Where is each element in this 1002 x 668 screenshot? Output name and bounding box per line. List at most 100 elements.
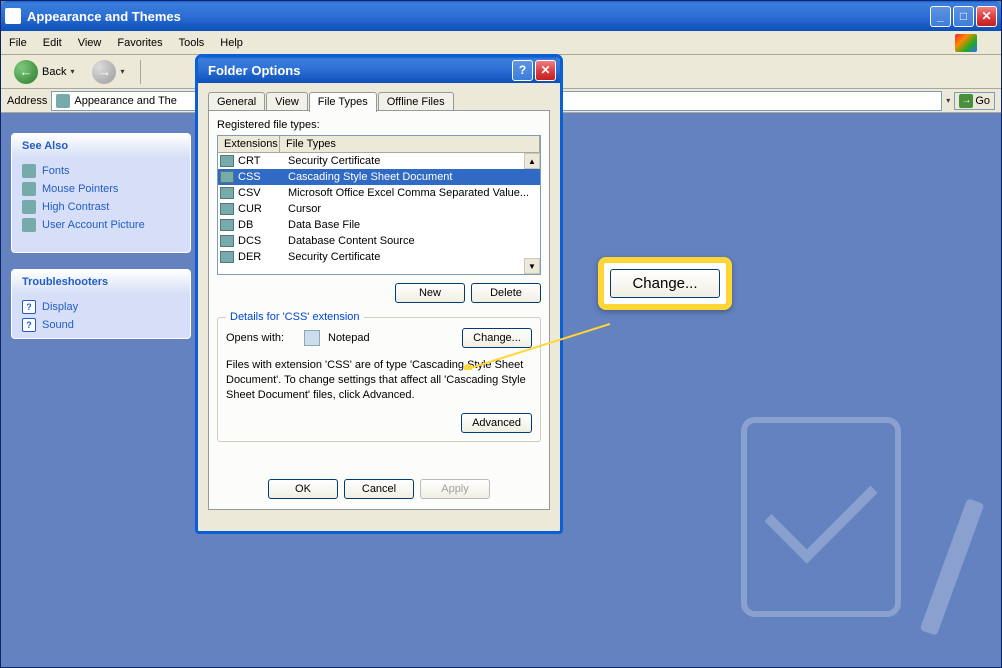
callout-change-button: Change... <box>610 269 720 298</box>
file-icon <box>220 155 234 167</box>
fonts-icon <box>22 164 36 178</box>
list-item[interactable]: DERSecurity Certificate <box>218 249 540 265</box>
link-sound[interactable]: ?Sound <box>22 316 180 334</box>
back-arrow-icon: ← <box>14 60 38 84</box>
col-file-types[interactable]: File Types <box>280 136 540 152</box>
list-item[interactable]: DCSDatabase Content Source <box>218 233 540 249</box>
delete-button[interactable]: Delete <box>471 283 541 303</box>
folder-options-dialog: Folder Options ? ✕ General View File Typ… <box>195 54 563 534</box>
dialog-titlebar[interactable]: Folder Options ? ✕ <box>198 57 560 83</box>
forward-dropdown-icon[interactable]: ▾ <box>120 67 124 76</box>
cancel-button[interactable]: Cancel <box>344 479 414 499</box>
troubleshooters-header: Troubleshooters <box>12 270 190 294</box>
type-cell: Cursor <box>282 203 540 215</box>
ext-cell: DB <box>236 219 282 231</box>
back-dropdown-icon[interactable]: ▾ <box>70 67 74 76</box>
file-types-list[interactable]: Extensions File Types CRTSecurity Certif… <box>217 135 541 275</box>
dialog-help-button[interactable]: ? <box>512 60 533 81</box>
see-also-header: See Also <box>12 134 190 158</box>
file-icon <box>220 219 234 231</box>
link-fonts[interactable]: Fonts <box>22 162 180 180</box>
close-button[interactable]: ✕ <box>976 6 997 27</box>
windows-flag-icon <box>955 34 977 52</box>
tab-strip: General View File Types Offline Files <box>208 91 550 111</box>
details-description: Files with extension 'CSS' are of type '… <box>226 358 532 403</box>
file-icon <box>220 251 234 263</box>
type-cell: Data Base File <box>282 219 540 231</box>
callout-highlight: Change... <box>598 257 732 310</box>
dialog-title: Folder Options <box>202 63 512 78</box>
file-icon <box>220 187 234 199</box>
go-label: Go <box>975 95 990 107</box>
maximize-button[interactable]: □ <box>953 6 974 27</box>
minimize-button[interactable]: _ <box>930 6 951 27</box>
list-item[interactable]: DBData Base File <box>218 217 540 233</box>
apply-button: Apply <box>420 479 490 499</box>
ext-cell: CSS <box>236 171 282 183</box>
scroll-down-button[interactable]: ▼ <box>524 258 540 274</box>
ext-cell: DCS <box>236 235 282 247</box>
toolbar-separator <box>140 60 141 84</box>
dialog-close-button[interactable]: ✕ <box>535 60 556 81</box>
ok-button[interactable]: OK <box>268 479 338 499</box>
ext-cell: DER <box>236 251 282 263</box>
back-label: Back <box>42 66 66 78</box>
help-icon: ? <box>22 300 36 314</box>
tab-file-types[interactable]: File Types <box>309 92 377 112</box>
ext-cell: CSV <box>236 187 282 199</box>
type-cell: Cascading Style Sheet Document <box>282 171 540 183</box>
list-item[interactable]: CSSCascading Style Sheet Document <box>218 169 540 185</box>
window-icon <box>5 8 21 24</box>
opens-with-app: Notepad <box>328 332 454 344</box>
link-high-contrast[interactable]: High Contrast <box>22 198 180 216</box>
registered-label: Registered file types: <box>217 119 541 131</box>
go-arrow-icon: → <box>959 94 973 108</box>
main-titlebar[interactable]: Appearance and Themes _ □ ✕ <box>1 1 1001 31</box>
menu-file[interactable]: File <box>9 37 27 49</box>
user-icon <box>22 218 36 232</box>
link-user-account-picture[interactable]: User Account Picture <box>22 216 180 234</box>
notepad-icon <box>304 330 320 346</box>
see-also-panel: See Also Fonts Mouse Pointers High Contr… <box>11 133 191 253</box>
troubleshooters-panel: Troubleshooters ?Display ?Sound <box>11 269 191 339</box>
tab-general[interactable]: General <box>208 92 265 111</box>
window-title: Appearance and Themes <box>27 9 930 24</box>
file-icon <box>220 235 234 247</box>
menu-tools[interactable]: Tools <box>179 37 205 49</box>
details-groupbox: Details for 'CSS' extension Opens with: … <box>217 317 541 442</box>
menu-edit[interactable]: Edit <box>43 37 62 49</box>
scroll-up-button[interactable]: ▲ <box>524 153 540 169</box>
link-display[interactable]: ?Display <box>22 298 180 316</box>
type-cell: Database Content Source <box>282 235 540 247</box>
menu-bar: File Edit View Favorites Tools Help <box>1 31 1001 55</box>
address-label: Address <box>7 95 47 107</box>
type-cell: Microsoft Office Excel Comma Separated V… <box>282 187 540 199</box>
advanced-button[interactable]: Advanced <box>461 413 532 433</box>
list-item[interactable]: CURCursor <box>218 201 540 217</box>
menu-view[interactable]: View <box>78 37 102 49</box>
back-button[interactable]: ← Back ▾ <box>7 57 81 87</box>
address-dropdown-icon[interactable]: ▾ <box>946 96 950 105</box>
background-watermark <box>711 397 971 657</box>
type-cell: Security Certificate <box>282 251 540 263</box>
link-mouse-pointers[interactable]: Mouse Pointers <box>22 180 180 198</box>
contrast-icon <box>22 200 36 214</box>
menu-help[interactable]: Help <box>220 37 243 49</box>
list-item[interactable]: CRTSecurity Certificate <box>218 153 540 169</box>
tab-offline-files[interactable]: Offline Files <box>378 92 454 111</box>
tab-view[interactable]: View <box>266 92 308 111</box>
file-icon <box>220 203 234 215</box>
file-types-pane: Registered file types: Extensions File T… <box>208 110 550 510</box>
forward-arrow-icon: → <box>92 60 116 84</box>
forward-button[interactable]: → ▾ <box>85 57 131 87</box>
list-header: Extensions File Types <box>218 136 540 153</box>
list-item[interactable]: CSVMicrosoft Office Excel Comma Separate… <box>218 185 540 201</box>
col-extensions[interactable]: Extensions <box>218 136 280 152</box>
go-button[interactable]: → Go <box>954 92 995 110</box>
new-button[interactable]: New <box>395 283 465 303</box>
mouse-icon <box>22 182 36 196</box>
menu-favorites[interactable]: Favorites <box>117 37 162 49</box>
type-cell: Security Certificate <box>282 155 540 167</box>
change-button[interactable]: Change... <box>462 328 532 348</box>
address-icon <box>56 94 70 108</box>
